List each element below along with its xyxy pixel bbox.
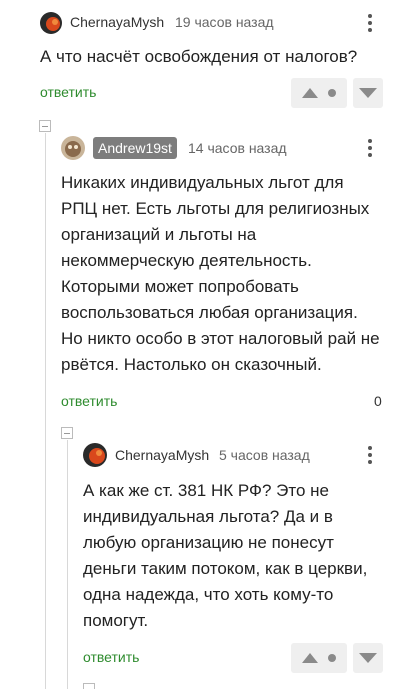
comment-author[interactable]: ChernayaMysh: [115, 447, 209, 463]
avatar-image: [61, 136, 85, 160]
thread-line: [67, 440, 68, 689]
kebab-icon[interactable]: [365, 12, 375, 34]
comment-score: 0: [374, 393, 382, 409]
downvote-button[interactable]: [353, 643, 383, 673]
kebab-icon[interactable]: [365, 137, 375, 159]
comment-time: 5 часов назад: [219, 447, 310, 463]
kebab-icon[interactable]: [365, 444, 375, 466]
comment-text: А что насчёт освобождения от налогов?: [40, 47, 358, 66]
triangle-down-icon: [359, 88, 377, 98]
reply-button[interactable]: ответить: [61, 393, 117, 409]
vote-controls: [291, 643, 383, 673]
triangle-up-icon: [302, 653, 318, 663]
comment-author[interactable]: ChernayaMysh: [70, 14, 164, 30]
comment-time: 14 часов назад: [188, 140, 287, 156]
collapse-thread-button[interactable]: [39, 120, 51, 132]
collapse-thread-button[interactable]: [61, 427, 73, 439]
comment-time: 19 часов назад: [175, 14, 274, 30]
avatar[interactable]: [61, 136, 85, 160]
avatar[interactable]: [40, 12, 62, 34]
comment-text: А как же ст. 381 НК РФ? Это не индивидуа…: [83, 481, 368, 630]
triangle-up-icon: [302, 88, 318, 98]
reply-button[interactable]: ответить: [40, 84, 96, 100]
comment-text: Никаких индивидуальных льгот для РПЦ нет…: [61, 173, 380, 374]
vote-dot-icon: [328, 89, 336, 97]
avatar[interactable]: [83, 443, 107, 467]
avatar-image: [83, 443, 107, 467]
thread-line: [45, 133, 46, 689]
avatar-image: [40, 12, 62, 34]
upvote-button[interactable]: [291, 78, 347, 108]
comment-author[interactable]: Andrew19st: [93, 137, 177, 159]
reply-button[interactable]: ответить: [83, 649, 139, 665]
vote-dot-icon: [328, 654, 336, 662]
triangle-down-icon: [359, 653, 377, 663]
collapse-thread-button[interactable]: [83, 683, 95, 689]
vote-controls: [291, 78, 383, 108]
downvote-button[interactable]: [353, 78, 383, 108]
upvote-button[interactable]: [291, 643, 347, 673]
